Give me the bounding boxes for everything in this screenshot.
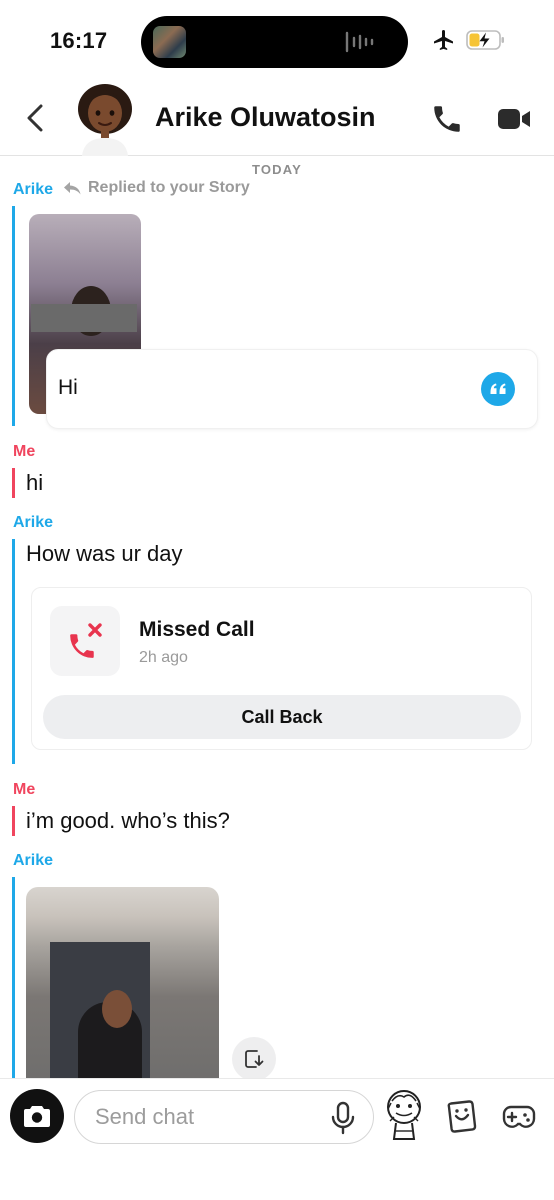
battery-charging-icon: [466, 30, 504, 50]
sender-label: Me: [13, 781, 36, 798]
message-text: i’m good. who’s this?: [26, 808, 230, 833]
message-text: How was ur day: [26, 541, 183, 566]
dynamic-island[interactable]: [141, 16, 408, 68]
day-divider: TODAY: [251, 162, 303, 177]
save-media-icon: [245, 1050, 264, 1068]
sticker-icon[interactable]: [445, 1100, 479, 1134]
missed-call-card: Missed Call 2h ago Call Back: [31, 587, 532, 750]
message-bar: [12, 206, 15, 426]
missed-call-badge: [50, 606, 120, 676]
phone-call-icon[interactable]: [430, 102, 464, 136]
camera-icon: [24, 1106, 50, 1127]
status-indicators: [432, 28, 506, 52]
photo-subject-face: [102, 990, 132, 1028]
microphone-icon[interactable]: [330, 1101, 356, 1135]
message-bar: [12, 877, 15, 1078]
send-chat-input[interactable]: [74, 1090, 374, 1144]
camera-button[interactable]: [10, 1089, 64, 1143]
story-reply-message: Hi: [58, 376, 78, 399]
story-reply-note: Replied to your Story: [62, 179, 250, 197]
quote-icon[interactable]: [481, 372, 515, 406]
chat-header: Arike Oluwatosin: [0, 80, 554, 156]
message-bar: [12, 806, 15, 836]
status-time: 16:17: [50, 28, 108, 53]
sender-label: Me: [13, 443, 36, 460]
message-text: hi: [26, 470, 44, 495]
sender-label: Arike: [13, 181, 54, 198]
missed-call-icon: [70, 623, 102, 658]
message-bar: [12, 539, 15, 764]
story-reply-text: Replied to your Story: [88, 179, 250, 196]
message-bar: [12, 468, 15, 498]
sender-label: Arike: [13, 852, 54, 869]
save-to-chat-button[interactable]: [232, 1037, 276, 1078]
photo-message[interactable]: [26, 887, 219, 1078]
contact-name[interactable]: Arike Oluwatosin: [155, 102, 376, 133]
bitmoji-icon[interactable]: [384, 1089, 424, 1145]
airplane-mode-icon: [434, 30, 453, 50]
missed-call-title: Missed Call: [139, 618, 255, 641]
now-playing-thumbnail: [153, 26, 186, 58]
call-back-button[interactable]: Call Back: [43, 695, 521, 739]
bitmoji-avatar[interactable]: [74, 82, 136, 156]
story-redaction-bar: [31, 304, 137, 332]
sender-label: Arike: [13, 514, 54, 531]
audio-waveform-icon: [345, 31, 374, 53]
game-controller-icon[interactable]: [502, 1101, 536, 1133]
chat-thread[interactable]: TODAY Arike Replied to your Story Hi Me …: [0, 157, 554, 1078]
video-call-icon[interactable]: [496, 104, 532, 134]
missed-call-time: 2h ago: [139, 649, 188, 666]
reply-arrow-icon: [64, 182, 81, 195]
back-chevron-icon[interactable]: [22, 102, 50, 134]
status-bar: 16:17: [0, 0, 554, 80]
story-reply-card[interactable]: Hi: [46, 349, 538, 429]
chat-composer-bar: [0, 1078, 554, 1200]
